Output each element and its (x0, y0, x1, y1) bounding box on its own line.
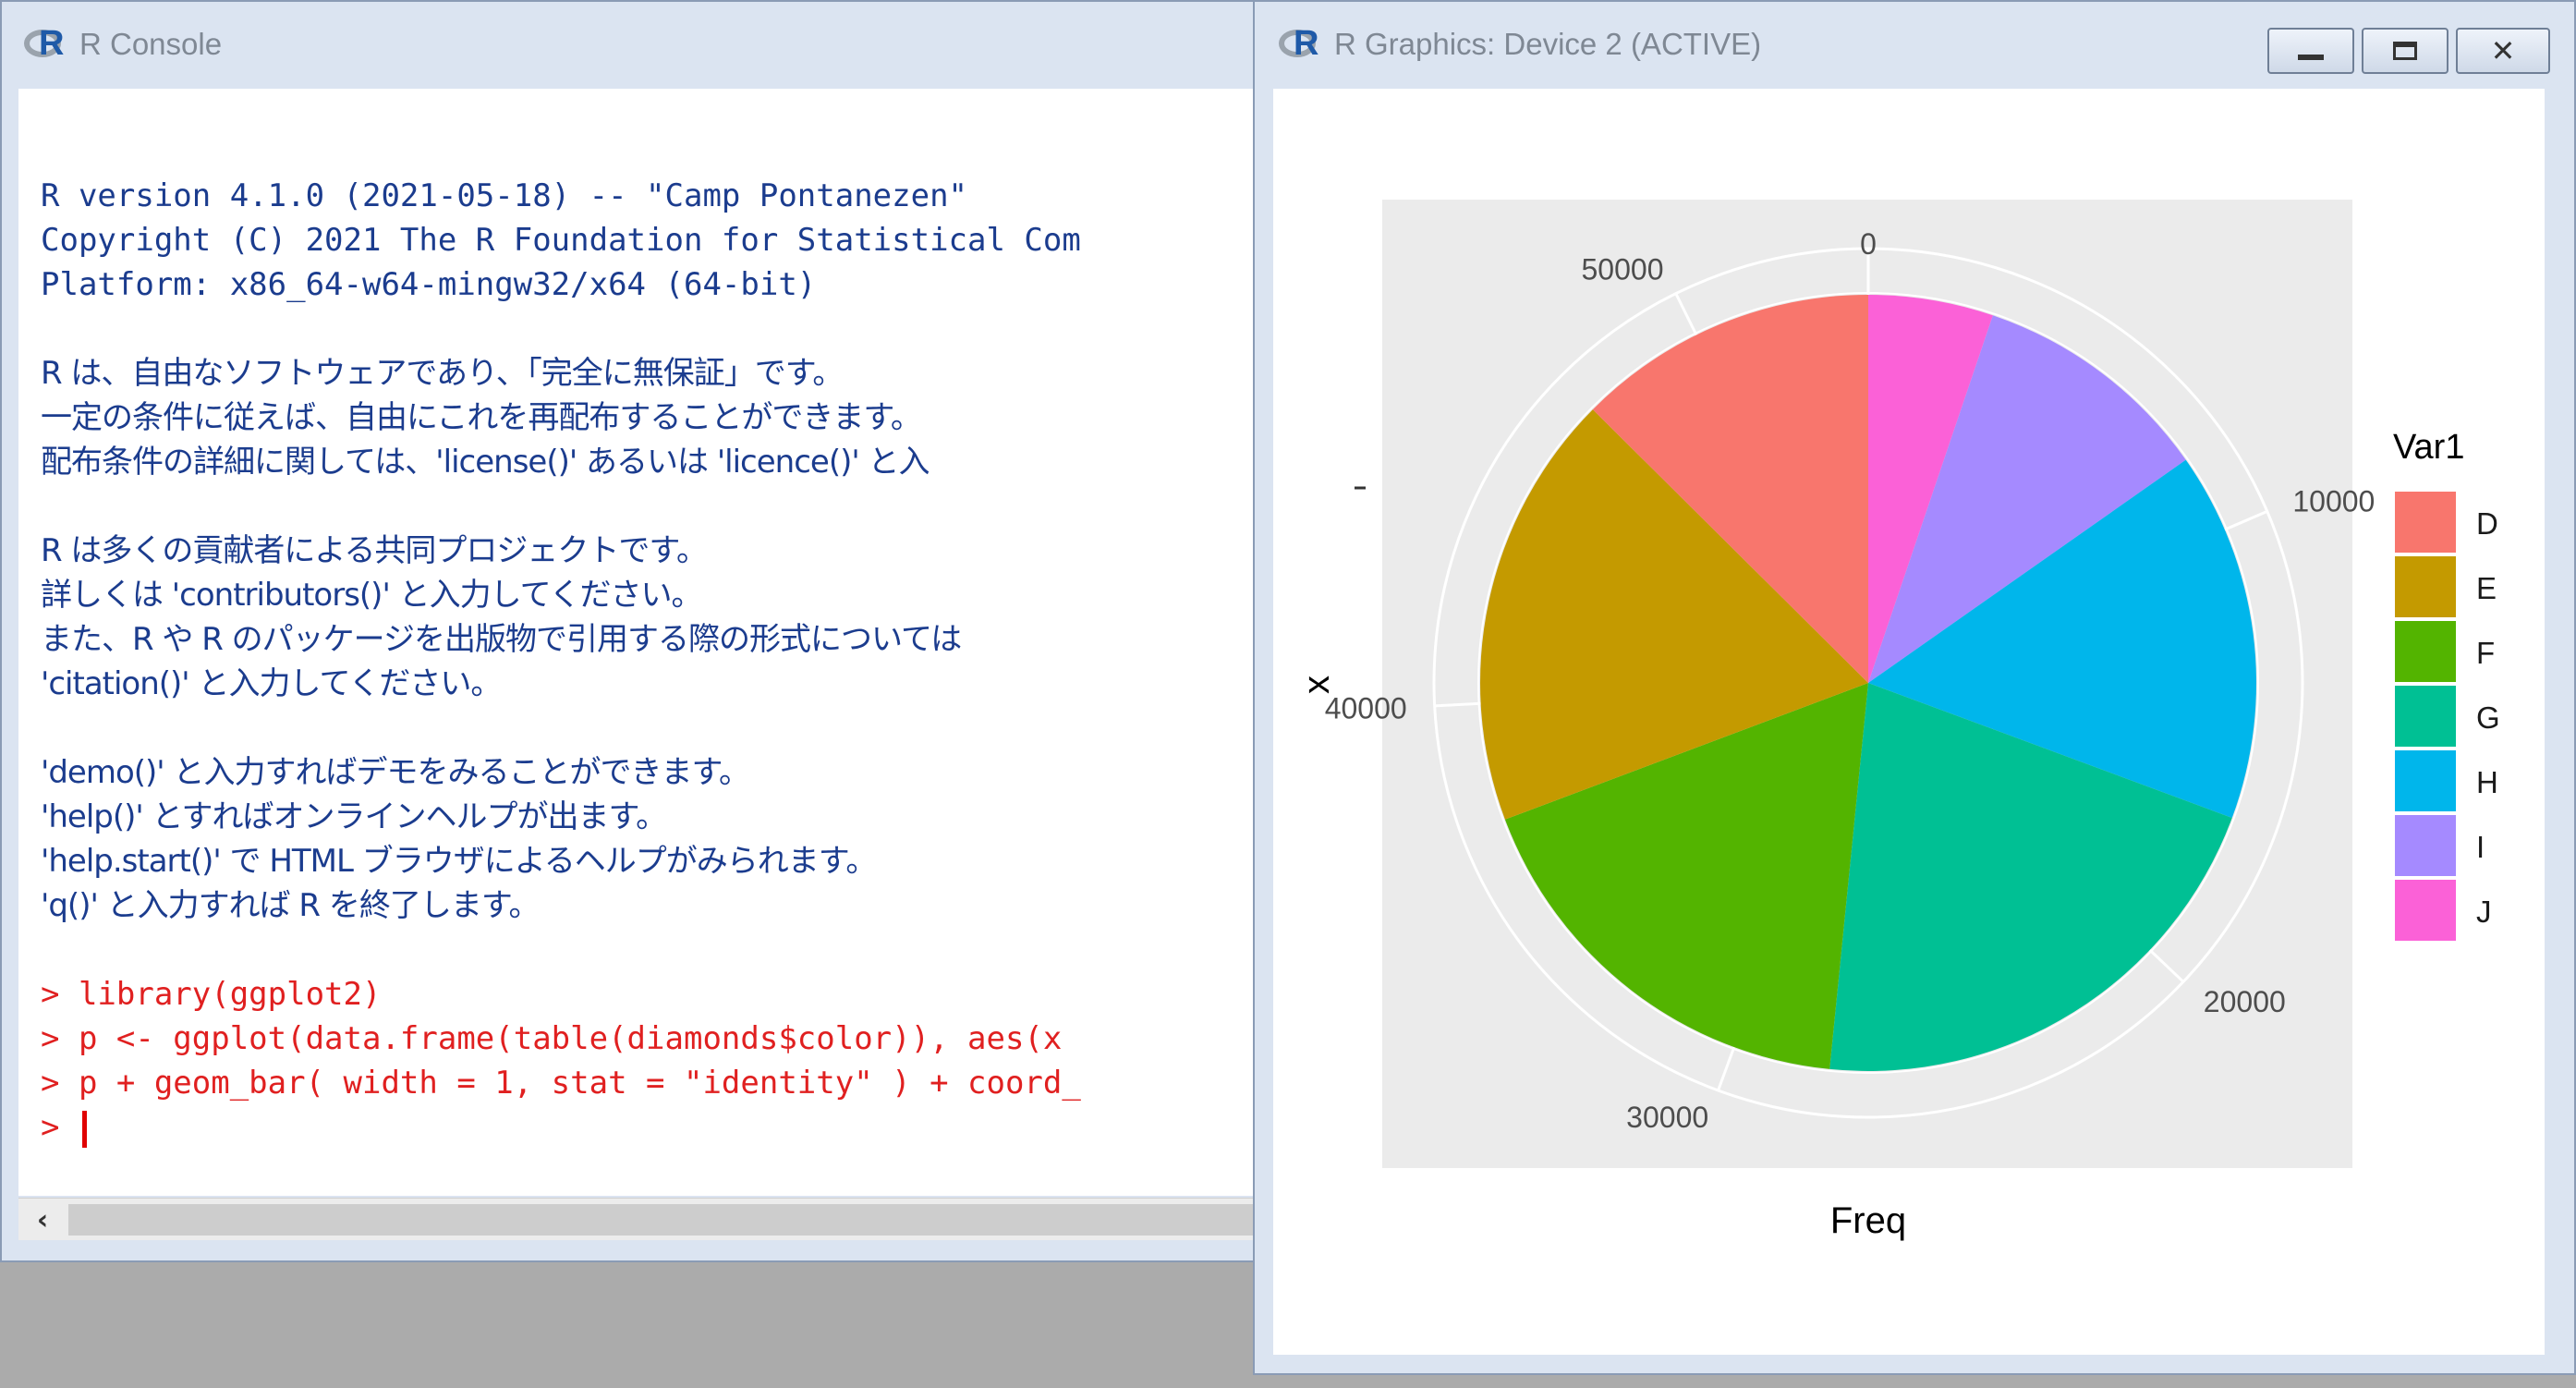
legend-label: G (2476, 700, 2500, 735)
minimize-icon (2298, 55, 2324, 60)
legend-key-E (2395, 556, 2456, 617)
graphics-title: R Graphics: Device 2 (ACTIVE) (1334, 27, 1762, 61)
y-axis-title: x (1296, 676, 1337, 694)
legend-label: I (2476, 830, 2485, 864)
legend-key-J (2395, 880, 2456, 941)
close-button[interactable]: ✕ (2456, 28, 2550, 74)
maximize-icon (2393, 42, 2417, 60)
console-output-line: 'help.start()' で HTML ブラウザによるヘルプがみられます。 (41, 843, 877, 880)
console-output-line: 詳しくは 'contributors()' と入力してください。 (41, 577, 703, 614)
console-command-line: > library(ggplot2) (41, 976, 382, 1013)
plot-canvas: 0 10000 20000 30000 40000 50000 Freq x Var1 D E F G H… (1273, 89, 2545, 1355)
console-output-line: R version 4.1.0 (2021-05-18) -- "Camp Po… (41, 177, 968, 214)
r-console-window[interactable]: R R Console R version 4.1.0 (2021-05-18)… (0, 0, 1270, 1262)
r-logo-icon: R (1279, 24, 1321, 63)
legend-key-H (2395, 750, 2456, 811)
console-output-line: また、R や R のパッケージを出版物で引用する際の形式については (41, 621, 962, 658)
text-cursor (81, 1110, 87, 1148)
legend-label: J (2476, 895, 2492, 929)
console-output-line: 'help()' とすればオンラインヘルプが出ます。 (41, 798, 667, 835)
pie-chart: 0 10000 20000 30000 40000 50000 Freq x Var1 DEFGH… (1296, 200, 2500, 1241)
scroll-left-arrow-icon[interactable]: ‹ (18, 1199, 67, 1241)
legend-key-I (2395, 815, 2456, 876)
legend-title: Var1 (2393, 428, 2464, 467)
legend-key-D (2395, 492, 2456, 553)
console-output-line: R は、自由なソフトウェアであり、「完全に無保証」です。 (41, 355, 844, 392)
legend-key-F (2395, 621, 2456, 682)
console-output-line: Copyright (C) 2021 The R Foundation for … (41, 222, 1081, 259)
console-output-line: Platform: x86_64-w64-mingw32/x64 (64-bit… (41, 266, 817, 303)
console-horizontal-scrollbar[interactable]: ‹ (18, 1198, 1270, 1240)
axis-tick-label: 20000 (2204, 985, 2286, 1018)
legend-label: H (2476, 765, 2498, 799)
console-output[interactable]: R version 4.1.0 (2021-05-18) -- "Camp Po… (18, 89, 1270, 1196)
axis-tick-label: 0 (1860, 227, 1877, 261)
maximize-button[interactable] (2362, 28, 2448, 74)
console-output-line: 'demo()' と入力すればデモをみることができます。 (41, 754, 750, 791)
axis-tick-label: 10000 (2292, 485, 2375, 518)
axis-tick-label: 30000 (1626, 1101, 1708, 1134)
minimize-button[interactable] (2267, 28, 2354, 74)
console-output-line: 'citation()' と入力してください。 (41, 665, 502, 702)
console-command-line: > p <- ggplot(data.frame(table(diamonds$… (41, 1020, 1063, 1057)
console-command-line: > p + geom_bar( width = 1, stat = "ident… (41, 1065, 1081, 1102)
window-controls: ✕ (2267, 28, 2550, 74)
r-logo-icon: R (24, 24, 67, 63)
axis-tick-label: 50000 (1582, 253, 1664, 286)
console-title: R Console (79, 27, 223, 61)
console-output-line: 配布条件の詳細に関しては、'license()' あるいは 'licence()… (41, 444, 930, 481)
console-titlebar[interactable]: R R Console (2, 2, 1266, 87)
console-prompt: > (41, 1109, 79, 1146)
close-icon: ✕ (2490, 33, 2516, 68)
x-axis-title: Freq (1830, 1200, 1906, 1241)
axis-tick-label: 40000 (1325, 691, 1407, 724)
console-output-line: R は多くの貢献者による共同プロジェクトです。 (41, 532, 708, 569)
console-output-line: 一定の条件に従えば、自由にこれを再配布することができます。 (41, 399, 922, 436)
scrollbar-thumb[interactable] (68, 1204, 1270, 1236)
legend-label: F (2476, 636, 2495, 670)
legend-key-G (2395, 686, 2456, 747)
legend-label: E (2476, 571, 2497, 605)
legend-label: D (2476, 506, 2498, 541)
console-prompt-line[interactable]: > (41, 1105, 1270, 1150)
r-graphics-window[interactable]: R R Graphics: Device 2 (ACTIVE) ✕ 0 10000… (1253, 0, 2576, 1375)
console-output-line: 'q()' と入力すれば R を終了します。 (41, 887, 540, 924)
